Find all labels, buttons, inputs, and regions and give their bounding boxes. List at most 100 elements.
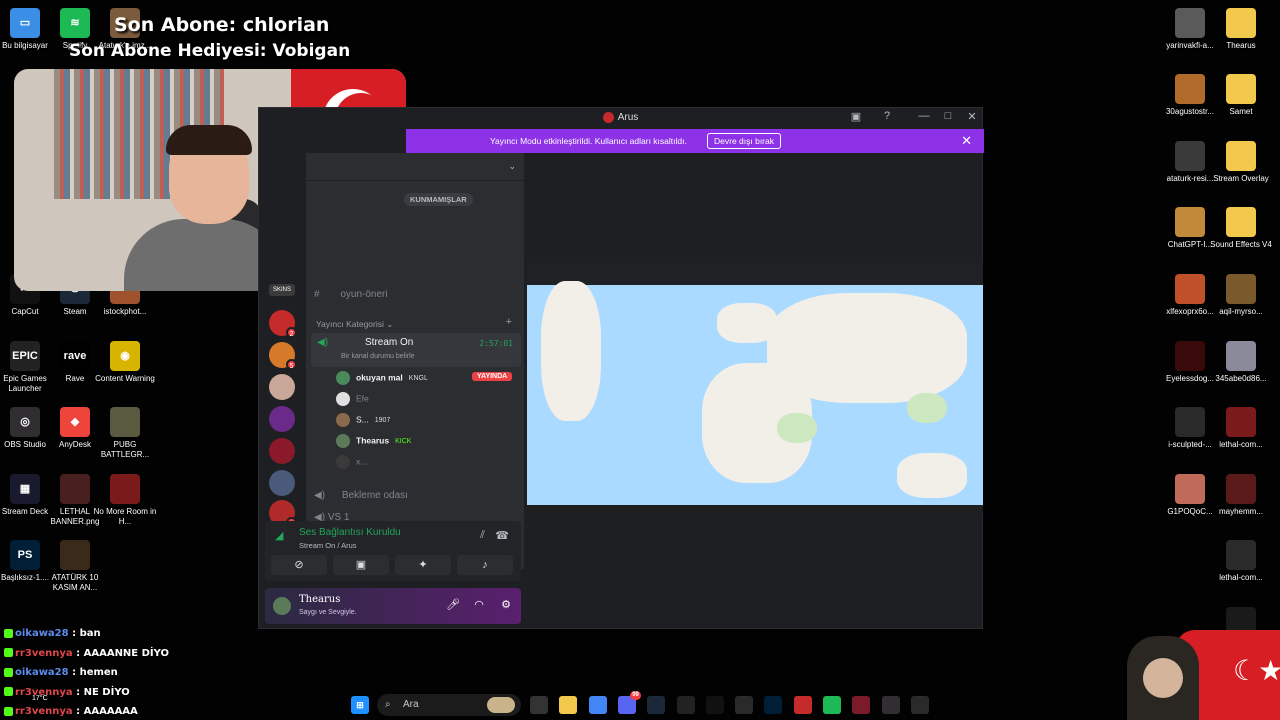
title-bar: Arus ▣ ? — □ ✕ <box>259 108 982 128</box>
desktop-icon-label: istockphot... <box>103 307 147 316</box>
chat-text: hemen <box>79 667 118 678</box>
chat-separator: : <box>68 628 80 639</box>
server-icon-6[interactable] <box>269 470 295 496</box>
red-app-icon[interactable] <box>793 696 812 714</box>
image-file-icon <box>1175 341 1205 371</box>
desktop-icon[interactable]: mayhemm... <box>1209 474 1273 517</box>
channel-sidebar: ⌄ KUNMAMIŞLAR # oyun-öneri Yayıncı Kateg… <box>306 153 524 569</box>
desktop-icon[interactable]: Thearus <box>1209 8 1273 51</box>
microphone-icon[interactable]: 🎤︎ <box>445 598 461 611</box>
browser-chrome <box>527 263 983 285</box>
server-icon-2[interactable]: 5 <box>269 342 297 370</box>
app-icon: ▦ <box>10 474 40 504</box>
server-icon-1[interactable]: 2 <box>269 310 297 338</box>
headphones-icon[interactable]: ◠ <box>471 598 487 611</box>
server-icon-5[interactable] <box>269 438 295 464</box>
inbox-icon[interactable]: ▣ <box>845 110 867 123</box>
obs-icon[interactable] <box>881 696 900 714</box>
voice-user[interactable]: Thearus KICK <box>336 434 411 448</box>
capcut-2-icon[interactable] <box>852 696 871 714</box>
voice-channel-waiting-room[interactable]: ◀) Bekleme odası <box>314 490 408 501</box>
chat-username: oikawa28 <box>15 628 69 639</box>
discord-icon[interactable]: 99 <box>617 691 641 714</box>
voice-user[interactable]: Efe <box>336 392 369 406</box>
capcut-icon[interactable] <box>676 696 695 714</box>
chrome-icon[interactable] <box>588 696 607 714</box>
desktop-icon[interactable]: Sound Effects V4 <box>1209 207 1273 250</box>
desktop-icon[interactable]: Samet <box>1209 74 1273 117</box>
spotify-alt-icon[interactable] <box>705 696 724 714</box>
activities-button[interactable]: ✦ <box>395 555 451 575</box>
desktop-icon[interactable]: No More Room in H... <box>93 474 157 527</box>
disconnect-icon[interactable]: ☎ <box>495 529 509 542</box>
image-file-icon <box>1175 207 1205 237</box>
category-header[interactable]: Yayıncı Kategorisi ⌄ <box>316 319 393 330</box>
add-channel-icon[interactable]: + <box>506 316 512 328</box>
epic-2-icon[interactable] <box>910 696 929 714</box>
desktop-icon[interactable]: ATATÜRK 10 KASIM AN... <box>43 540 107 593</box>
windows-start-icon[interactable]: ⊞ <box>351 696 369 714</box>
task-view-icon[interactable] <box>530 696 548 714</box>
taskbar-search[interactable]: ⌕ Ara <box>377 694 521 716</box>
search-icon: ⌕ <box>385 699 391 710</box>
settings-gear-icon[interactable]: ⚙ <box>498 598 514 611</box>
shared-screen-map[interactable] <box>527 263 983 513</box>
server-skins[interactable]: SKINS <box>269 284 295 296</box>
spotify-icon[interactable] <box>823 696 841 714</box>
image-file-icon <box>1226 407 1256 437</box>
file-explorer-icon[interactable] <box>559 696 578 714</box>
desktop-icon[interactable]: 345abe0d86... <box>1209 341 1273 384</box>
noise-suppression-icon[interactable]: ⫽ <box>480 529 485 542</box>
channel-oyun-oneri[interactable]: # oyun-öneri <box>314 289 388 300</box>
screen-share-button[interactable]: ▣ <box>333 555 389 575</box>
last-gift-subscriber: Son Abone Hediyesi: Vobigan <box>69 41 351 61</box>
image-file-icon <box>1226 474 1256 504</box>
channel-label: Stream On <box>365 337 414 348</box>
epic-icon[interactable] <box>735 696 754 714</box>
soundboard-button[interactable]: ♪ <box>457 555 513 575</box>
voice-user[interactable]: S... 1907 <box>336 413 390 427</box>
signal-icon: ◢ <box>275 530 284 542</box>
disable-streamer-mode-button[interactable]: Devre dışı bırak <box>707 133 781 149</box>
desktop-icon[interactable]: ◉ Content Warning <box>93 341 157 384</box>
image-file-icon <box>1175 474 1205 504</box>
desktop-icon[interactable]: PUBG BATTLEGR... <box>93 407 157 460</box>
user-name[interactable]: Thearus <box>299 594 340 605</box>
desktop-icon-label: lethal-com... <box>1219 573 1263 582</box>
maximize-button[interactable]: □ <box>937 110 959 122</box>
live-badge: YAYINDA <box>472 372 513 381</box>
camera-off-button[interactable]: ⊘ <box>271 555 327 575</box>
minimize-button[interactable]: — <box>913 110 935 122</box>
chevron-down-icon[interactable]: ⌄ <box>508 161 516 172</box>
chat-message: oikawa28 : ban <box>4 624 169 644</box>
voice-user[interactable]: x... <box>336 455 367 469</box>
server-icon-4[interactable] <box>269 406 295 432</box>
user-tag: KNGL <box>408 375 428 383</box>
voice-channel-stream-on[interactable]: ◀) Stream On 2:57:01 Bir kanal durumu be… <box>311 333 521 367</box>
close-button[interactable]: ✕ <box>961 110 983 123</box>
unread-tag[interactable]: KUNMAMIŞLAR <box>404 193 473 206</box>
desktop-icon[interactable]: lethal-com... <box>1209 540 1273 583</box>
image-file-icon <box>1175 274 1205 304</box>
photoshop-icon[interactable] <box>764 696 783 714</box>
desktop-icon-label: PUBG BATTLEGR... <box>100 440 150 459</box>
set-channel-status[interactable]: Bir kanal durumu belirle <box>341 353 415 360</box>
streamer-hair <box>166 125 252 155</box>
server-icon-3[interactable] <box>269 374 295 400</box>
chat-message: rr3vennya : AAAANNE DİYO <box>4 644 169 664</box>
desktop-icon[interactable]: lethal-com... <box>1209 407 1273 450</box>
connection-channel[interactable]: Stream On / Arus <box>299 541 357 550</box>
voice-user-name: S... <box>356 414 369 425</box>
banner-text: Yayıncı Modu etkinleştirildi. Kullanıcı … <box>490 136 687 146</box>
close-banner-icon[interactable]: ✕ <box>961 133 972 149</box>
desktop-icon-label: Samet <box>1229 107 1253 116</box>
app-icon: rave <box>60 341 90 371</box>
voice-user[interactable]: okuyan mal KNGL YAYINDA <box>336 371 513 385</box>
desktop-icon[interactable]: Stream Overlay <box>1209 141 1273 184</box>
help-icon[interactable]: ? <box>876 110 898 122</box>
server-header[interactable]: ⌄ <box>306 153 524 181</box>
avatar[interactable] <box>273 597 291 615</box>
speaker-icon: ◀) <box>317 337 329 348</box>
steam-icon[interactable] <box>647 696 666 714</box>
desktop-icon[interactable]: aqil-myrso... <box>1209 274 1273 317</box>
